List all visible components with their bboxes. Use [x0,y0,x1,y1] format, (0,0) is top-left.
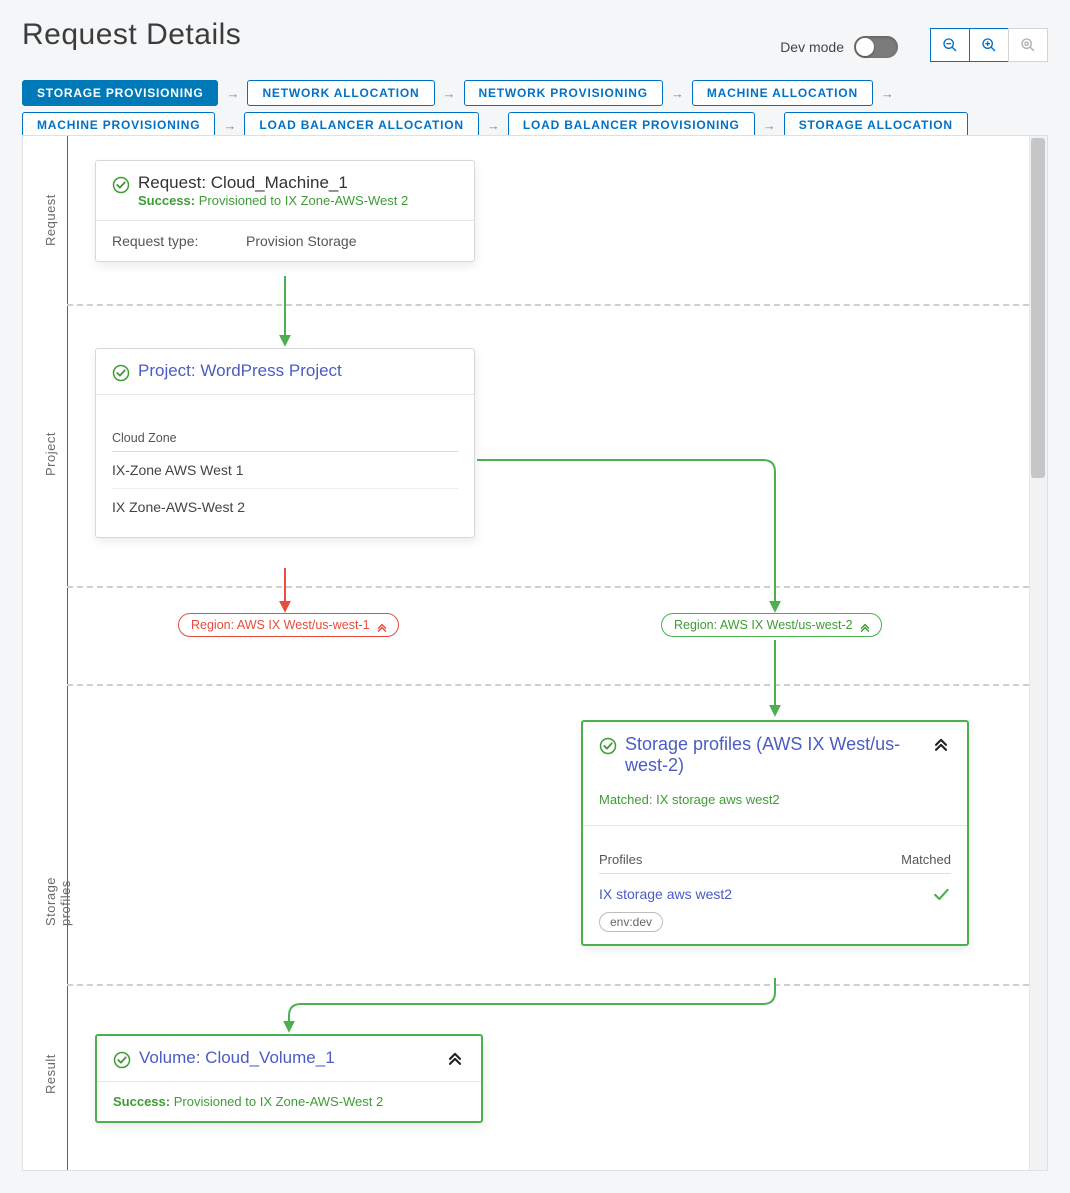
collapse-button[interactable] [445,1048,465,1068]
result-card: Volume: Cloud_Volume_1 Success: Provisio… [95,1034,483,1123]
success-icon [112,364,130,382]
cloud-zone-item[interactable]: IX Zone-AWS-West 2 [112,489,458,525]
result-title-prefix: Volume: [139,1048,200,1067]
step-network-allocation[interactable]: NETWORK ALLOCATION [247,80,434,106]
zoom-reset-button[interactable] [1008,28,1048,62]
zoom-group [930,28,1048,62]
request-title: Request: Cloud_Machine_1 [138,173,408,193]
step-arrow-icon: → [669,86,686,101]
step-arrow-icon: → [441,86,458,101]
page-title: Request Details [22,18,241,52]
cloud-zone-label: Cloud Zone [112,431,458,452]
step-arrow-icon: → [224,86,241,101]
dev-mode-label: Dev mode [780,39,844,55]
col-matched: Matched [901,852,951,867]
request-status-prefix: Success: [138,193,195,208]
project-title-link[interactable]: WordPress Project [200,361,341,380]
step-arrow-icon: → [761,118,778,133]
step-network-provisioning[interactable]: NETWORK PROVISIONING [464,80,663,106]
result-status-prefix: Success: [113,1094,170,1109]
profile-name[interactable]: IX storage aws west2 [599,886,732,902]
success-icon [112,176,130,194]
result-title-link[interactable]: Cloud_Volume_1 [205,1048,334,1067]
success-icon [113,1051,131,1069]
success-icon [599,737,617,755]
region-pill-left-label: Region: AWS IX West/us-west-1 [191,618,370,632]
project-card: Project: WordPress Project Cloud Zone IX… [95,348,475,538]
region-pill-left[interactable]: Region: AWS IX West/us-west-1 [178,613,399,637]
collapse-icon [858,620,872,634]
step-machine-allocation[interactable]: MACHINE ALLOCATION [692,80,873,106]
table-row: IX storage aws west2 [599,874,951,908]
provisioning-canvas: Request Project Storage profiles Result [22,135,1048,1171]
collapse-button[interactable] [931,734,951,754]
profile-tag: env:dev [599,912,663,932]
storage-profiles-card: Storage profiles (AWS IX West/us-west-2)… [581,720,969,946]
region-pill-right-label: Region: AWS IX West/us-west-2 [674,618,853,632]
zoom-out-icon [942,37,958,53]
storage-matched-prefix: Matched: [599,792,652,807]
request-type-label: Request type: [112,233,222,249]
zoom-reset-icon [1020,37,1036,53]
dev-mode-toggle[interactable] [854,36,898,58]
cloud-zone-item[interactable]: IX-Zone AWS West 1 [112,452,458,489]
collapse-icon [375,620,389,634]
storage-card-title: Storage profiles (AWS IX West/us-west-2) [625,734,923,776]
zoom-out-button[interactable] [930,28,970,62]
step-arrow-icon: → [485,118,502,133]
check-icon [931,884,951,904]
request-status-msg: Provisioned to IX Zone-AWS-West 2 [199,193,409,208]
project-title-prefix: Project: [138,361,196,380]
result-status-msg: Provisioned to IX Zone-AWS-West 2 [174,1094,384,1109]
request-type-value: Provision Storage [246,233,357,249]
zoom-in-icon [981,37,997,53]
request-card: Request: Cloud_Machine_1 Success: Provis… [95,160,475,262]
step-arrow-icon: → [879,86,896,101]
connector-layer [23,136,1048,1171]
step-storage-provisioning[interactable]: STORAGE PROVISIONING [22,80,218,106]
zoom-in-button[interactable] [969,28,1009,62]
step-arrow-icon: → [221,118,238,133]
col-profiles: Profiles [599,852,642,867]
storage-matched-value: IX storage aws west2 [656,792,780,807]
region-pill-right[interactable]: Region: AWS IX West/us-west-2 [661,613,882,637]
